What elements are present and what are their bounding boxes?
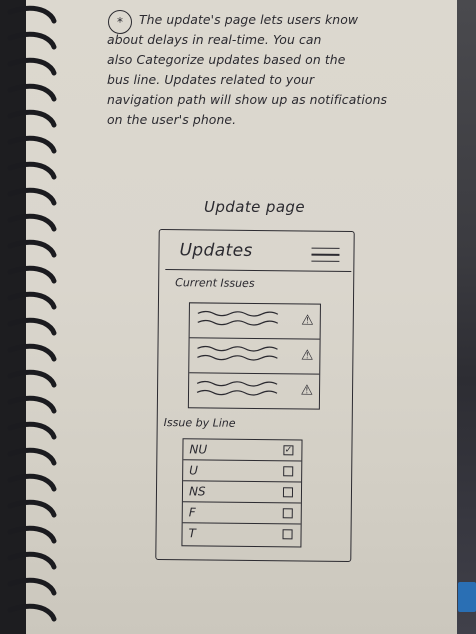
current-issues-label: Current Issues (175, 276, 255, 290)
spiral-coil (7, 317, 57, 336)
spiral-coil (7, 135, 57, 154)
sketch-caption: Update page (204, 198, 305, 216)
note-line: on the user's phone. (107, 112, 237, 127)
line-row-ns[interactable]: NS (182, 481, 302, 504)
line-row-u[interactable]: U (183, 460, 302, 483)
spiral-coil (7, 343, 57, 362)
line-name: T (188, 526, 196, 541)
warning-icon: ⚠ (301, 312, 314, 329)
line-checkbox[interactable]: ✓ (283, 445, 294, 456)
spiral-coil (7, 395, 57, 414)
note-line: about delays in real-time. You can (107, 32, 322, 47)
spiral-coil (7, 421, 57, 440)
blue-tab (458, 582, 476, 612)
line-name: NU (189, 442, 208, 457)
spiral-coil (7, 551, 57, 570)
spiral-coil (7, 525, 57, 544)
line-checkbox[interactable] (282, 529, 293, 540)
spiral-coil (7, 291, 57, 310)
spiral-coil (7, 577, 57, 596)
line-name: U (189, 463, 199, 478)
spiral-coil (7, 187, 57, 206)
current-issues-list: ⚠ ⚠ ⚠ (187, 302, 321, 410)
spiral-coil (7, 109, 57, 128)
squiggle-text-icon (197, 345, 278, 361)
spiral-coil (7, 447, 57, 466)
warning-icon: ⚠ (300, 347, 314, 364)
spiral-coil (7, 473, 57, 492)
issue-item[interactable]: ⚠ (189, 338, 320, 375)
spiral-coil (7, 83, 57, 102)
line-name: F (188, 505, 196, 520)
line-filter-list: NU ✓ U NS F T (181, 438, 303, 548)
note-line: The update's page lets users know (139, 12, 359, 27)
squiggle-text-icon (197, 310, 279, 326)
line-row-f[interactable]: F (182, 502, 301, 525)
note-line: bus line. Updates related to your (107, 72, 315, 87)
note-line: navigation path will show up as notifica… (107, 92, 388, 107)
spiral-coil (7, 161, 57, 180)
spiral-coil (7, 57, 57, 76)
spiral-coil (7, 5, 57, 24)
warning-icon: ⚠ (300, 382, 314, 399)
line-row-t[interactable]: T (182, 523, 300, 544)
spiral-coil (7, 213, 57, 232)
spiral-coil (7, 603, 57, 622)
line-checkbox[interactable] (282, 508, 293, 519)
spiral-binding (7, 5, 57, 622)
squiggle-text-icon (196, 380, 278, 396)
spiral-coil (7, 31, 57, 50)
issue-by-line-label: Issue by Line (163, 416, 236, 430)
issue-item[interactable]: ⚠ (189, 373, 319, 408)
issue-item[interactable]: ⚠ (189, 303, 320, 340)
spiral-coil (7, 239, 57, 258)
hamburger-menu-icon[interactable] (311, 244, 340, 266)
line-checkbox[interactable] (283, 466, 294, 477)
line-checkbox[interactable] (282, 487, 294, 498)
spiral-coil (7, 499, 57, 518)
app-title: Updates (179, 240, 253, 261)
spiral-coil (7, 265, 57, 284)
spiral-coil (7, 369, 57, 388)
phone-wireframe: Updates Current Issues ⚠ ⚠ ⚠ Issue by Li… (155, 228, 355, 563)
note-text: The update's page lets users know about … (107, 10, 472, 130)
line-row-nu[interactable]: NU ✓ (183, 439, 302, 462)
line-name: NS (188, 484, 206, 499)
header-divider (165, 269, 352, 273)
note-line: also Categorize updates based on the (107, 52, 346, 67)
